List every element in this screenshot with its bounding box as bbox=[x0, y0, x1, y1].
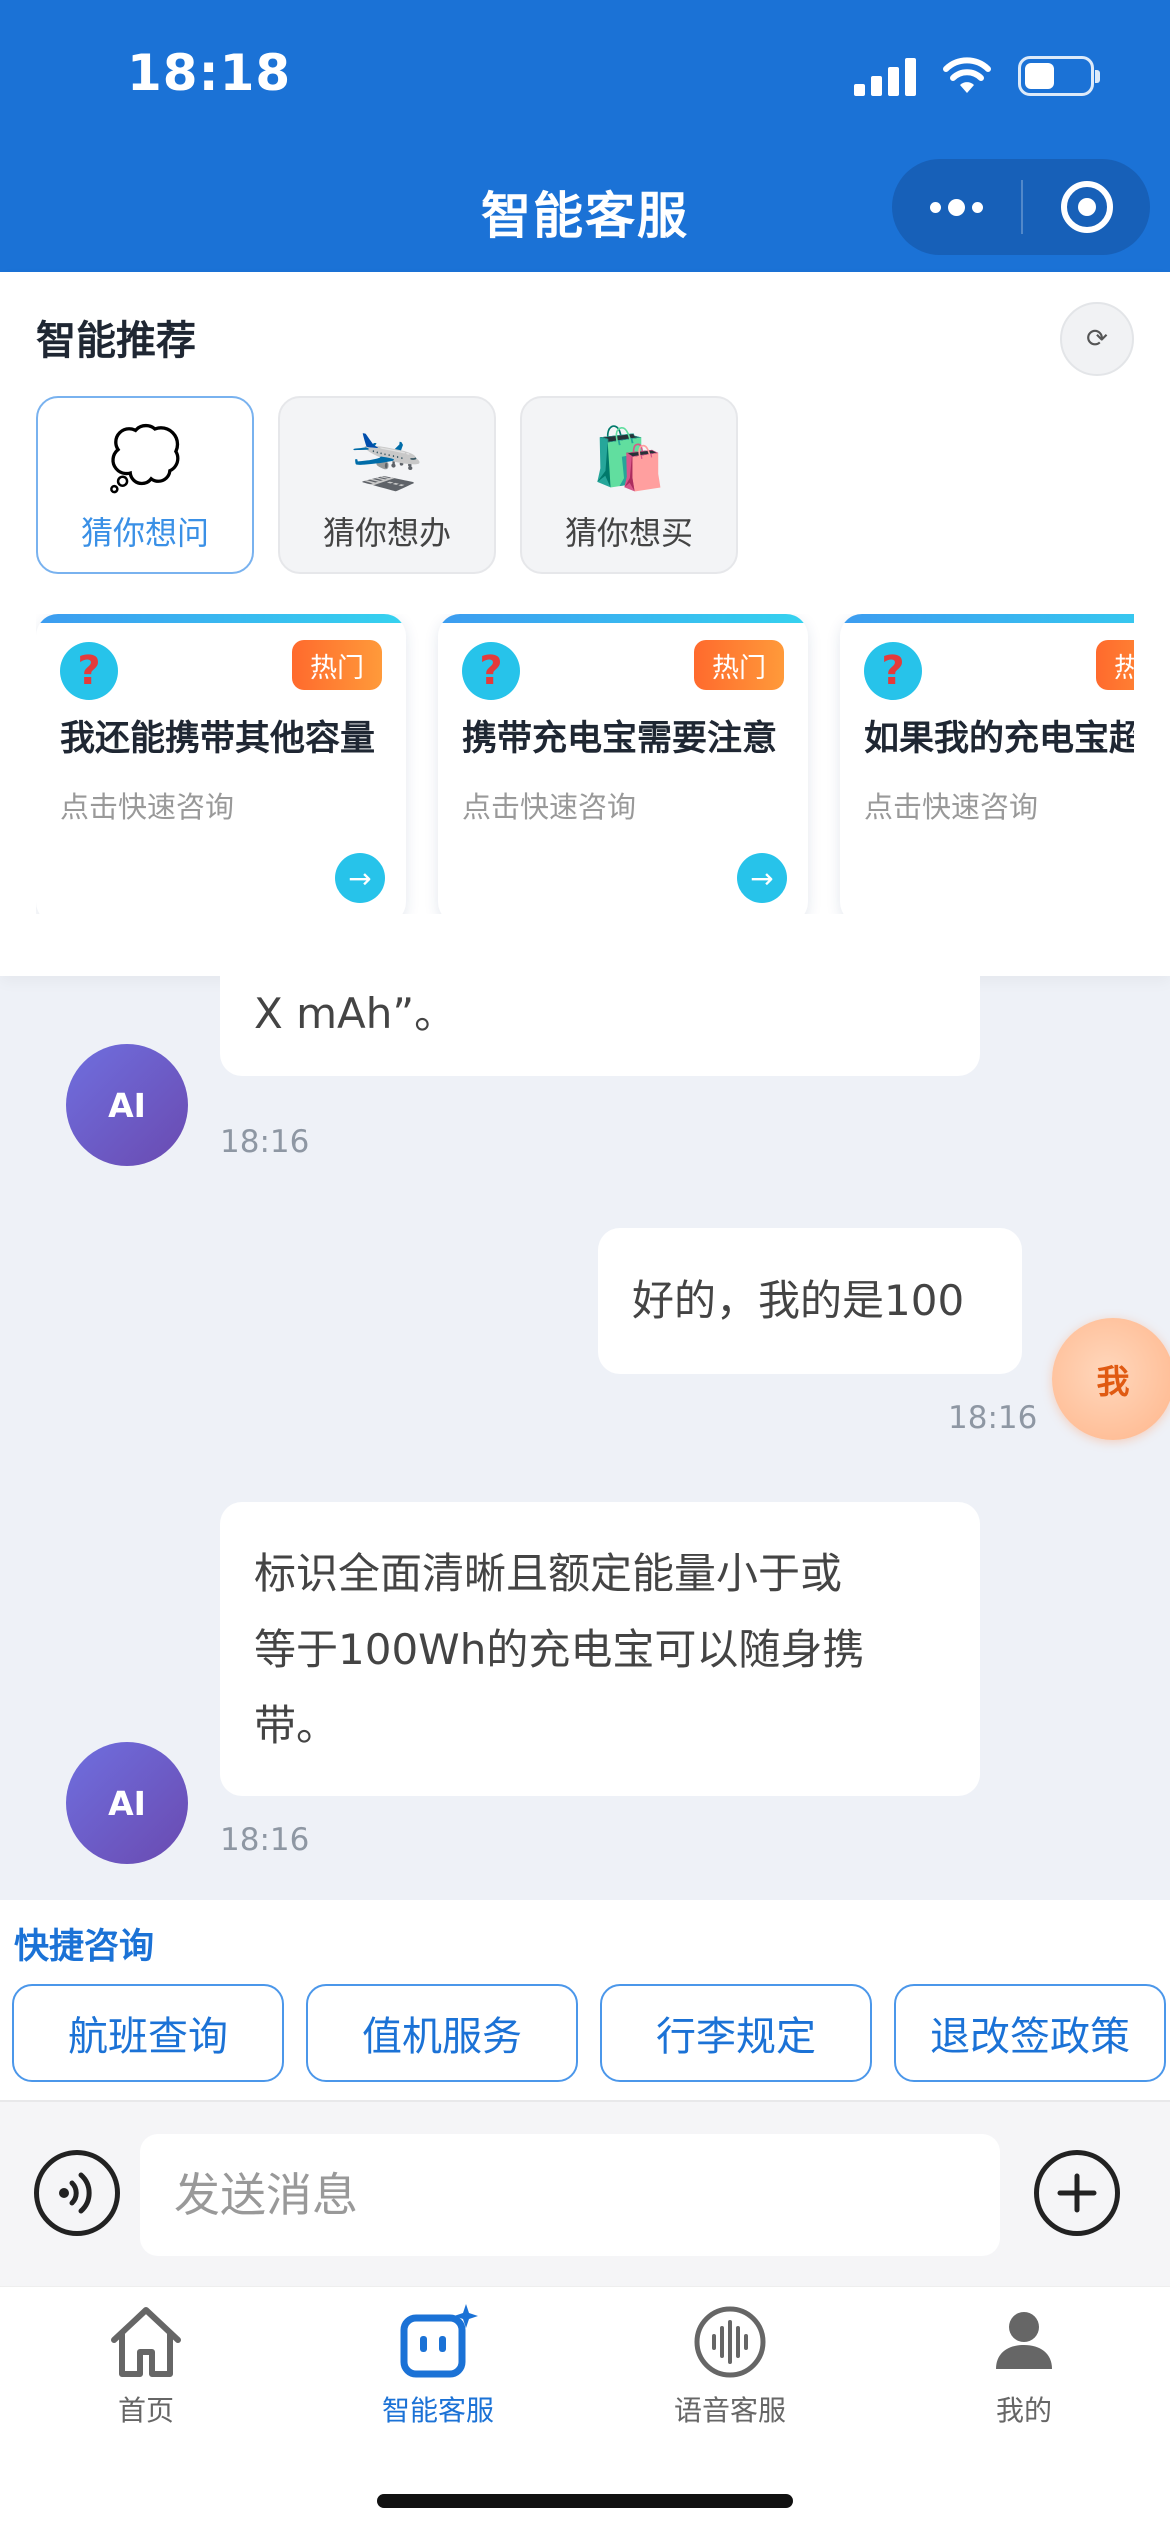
plus-icon bbox=[1057, 2173, 1097, 2213]
home-icon bbox=[111, 2307, 181, 2377]
tab-voice-service[interactable]: 语音客服 bbox=[620, 2297, 840, 2437]
question-card[interactable]: ? 热门 如果我的充电宝超 点击快速咨询 → bbox=[840, 614, 1134, 914]
question-card-strip[interactable]: ? 热门 我还能携带其他容量 点击快速咨询 → ? 热门 携带充电宝需要注意 点… bbox=[36, 614, 1134, 914]
tab-label: 猜你想办 bbox=[322, 514, 451, 552]
message-text: 好的，我的是100 bbox=[632, 1276, 965, 1325]
close-miniprogram-button[interactable] bbox=[1023, 181, 1150, 233]
ai-message-bubble: 标识全面清晰且额定能量小于或 等于100Wh的充电宝可以随身携 带。 bbox=[220, 1502, 980, 1796]
ai-avatar: AI bbox=[66, 1742, 188, 1864]
status-icons bbox=[854, 56, 1100, 96]
user-message-bubble: 好的，我的是100 bbox=[598, 1228, 1022, 1374]
message-line: 带。 bbox=[254, 1701, 339, 1750]
message-time: 18:16 bbox=[948, 1400, 1038, 1436]
arrow-right-icon[interactable]: → bbox=[737, 853, 787, 903]
miniprogram-capsule bbox=[892, 159, 1150, 255]
question-text: 携带充电宝需要注意 bbox=[462, 719, 778, 759]
thought-bubble-icon: 💭 bbox=[107, 424, 183, 494]
message-line: 标识全面清晰且额定能量小于或 bbox=[254, 1549, 843, 1598]
user-profile-icon bbox=[996, 2312, 1052, 2369]
cellular-signal-icon bbox=[854, 56, 916, 96]
tab-guess-buy[interactable]: 🛍️ 猜你想买 bbox=[520, 396, 738, 574]
message-time: 18:16 bbox=[220, 1124, 310, 1160]
voice-input-button[interactable] bbox=[34, 2150, 120, 2236]
battery-icon bbox=[1018, 56, 1100, 96]
robot-chat-icon bbox=[400, 2304, 478, 2378]
tab-label: 智能客服 bbox=[381, 2394, 494, 2427]
message-text: X mAh”。 bbox=[254, 989, 457, 1038]
question-card[interactable]: ? 热门 我还能携带其他容量 点击快速咨询 → bbox=[36, 614, 406, 914]
tab-guess-do[interactable]: 🛬 猜你想办 bbox=[278, 396, 496, 574]
question-card[interactable]: ? 热门 携带充电宝需要注意 点击快速咨询 → bbox=[438, 614, 808, 914]
quick-button-checkin[interactable]: 值机服务 bbox=[306, 1984, 578, 2082]
add-attachment-button[interactable] bbox=[1034, 2150, 1120, 2236]
tab-guess-ask[interactable]: 💭 猜你想问 bbox=[36, 396, 254, 574]
quick-button-baggage[interactable]: 行李规定 bbox=[600, 1984, 872, 2082]
shopping-bag-icon: 🛍️ bbox=[591, 424, 667, 494]
tab-label: 首页 bbox=[117, 2394, 174, 2427]
tab-label: 猜你想问 bbox=[80, 514, 209, 552]
status-time: 18:18 bbox=[127, 44, 292, 102]
tab-mine[interactable]: 我的 bbox=[914, 2297, 1134, 2437]
hot-badge: 热门 bbox=[1096, 640, 1134, 690]
question-text: 如果我的充电宝超 bbox=[864, 719, 1134, 759]
tab-home[interactable]: 首页 bbox=[36, 2297, 256, 2437]
tab-label: 语音客服 bbox=[673, 2394, 786, 2427]
user-avatar: 我 bbox=[1052, 1318, 1170, 1440]
ai-message-bubble: X mAh”。 bbox=[220, 976, 980, 1076]
hot-badge: 热门 bbox=[694, 640, 784, 690]
question-icon: ? bbox=[60, 642, 118, 700]
home-indicator bbox=[377, 2494, 793, 2508]
wifi-icon bbox=[943, 57, 991, 93]
question-icon: ? bbox=[864, 642, 922, 700]
ai-avatar: AI bbox=[66, 1044, 188, 1166]
quick-consult-bar: 快捷咨询 航班查询 值机服务 行李规定 退改签政策 bbox=[0, 1900, 1170, 2100]
tab-smart-service[interactable]: 智能客服 bbox=[328, 2297, 548, 2437]
question-subtitle: 点击快速咨询 bbox=[462, 790, 637, 824]
quick-button-refund-policy[interactable]: 退改签政策 bbox=[894, 1984, 1166, 2082]
tab-label: 猜你想买 bbox=[564, 514, 693, 552]
hot-badge: 热门 bbox=[292, 640, 382, 690]
tab-label: 我的 bbox=[995, 2394, 1052, 2427]
voice-wave-icon bbox=[694, 2306, 766, 2378]
recommend-title: 智能推荐 bbox=[36, 318, 196, 364]
recommend-panel: 智能推荐 ⟳ 💭 猜你想问 🛬 猜你想办 🛍️ 猜你想买 ? 热门 我还能携带其… bbox=[0, 272, 1170, 976]
input-bar bbox=[0, 2100, 1170, 2286]
arrow-right-icon[interactable]: → bbox=[335, 853, 385, 903]
quick-button-flight-query[interactable]: 航班查询 bbox=[12, 1984, 284, 2082]
airplane-icon: 🛬 bbox=[349, 424, 425, 494]
question-text: 我还能携带其他容量 bbox=[60, 719, 376, 759]
message-input[interactable] bbox=[140, 2134, 1000, 2256]
more-menu-button[interactable] bbox=[892, 198, 1021, 216]
question-icon: ? bbox=[462, 642, 520, 700]
voice-icon bbox=[59, 2172, 92, 2214]
message-line: 等于100Wh的充电宝可以随身携 bbox=[254, 1625, 865, 1674]
header-bar: 18:18 智能客服 bbox=[0, 0, 1170, 272]
message-time: 18:16 bbox=[220, 1822, 310, 1858]
chat-area[interactable]: X mAh”。 AI 18:16 好的，我的是100 我 18:16 标识全面清… bbox=[0, 976, 1170, 1900]
question-subtitle: 点击快速咨询 bbox=[60, 790, 235, 824]
question-subtitle: 点击快速咨询 bbox=[864, 790, 1039, 824]
refresh-button[interactable]: ⟳ bbox=[1060, 302, 1134, 376]
quick-consult-title: 快捷咨询 bbox=[14, 1927, 155, 1967]
refresh-icon: ⟳ bbox=[1086, 324, 1108, 354]
